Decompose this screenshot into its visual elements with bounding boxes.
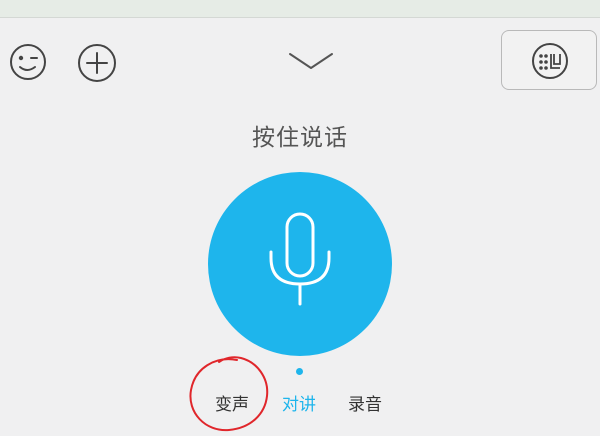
tab-intercom[interactable]: 对讲 (282, 390, 316, 415)
microphone-icon (269, 212, 331, 306)
plus-icon (78, 44, 116, 82)
collapse-button[interactable] (286, 48, 336, 76)
active-mode-indicator (296, 368, 303, 375)
tab-record[interactable]: 录音 (348, 390, 382, 415)
talk-button[interactable] (208, 172, 392, 356)
input-toolbar (0, 18, 600, 108)
emoji-icon (10, 44, 46, 80)
emoji-button[interactable] (8, 42, 48, 82)
chevron-down-icon (289, 53, 333, 69)
red-annotation-circle (189, 356, 269, 432)
more-button[interactable] (76, 42, 118, 84)
press-to-talk-hint: 按住说话 (252, 125, 348, 151)
keyboard-button[interactable] (501, 30, 597, 90)
top-strip (0, 0, 600, 18)
keyboard-icon (532, 43, 568, 79)
